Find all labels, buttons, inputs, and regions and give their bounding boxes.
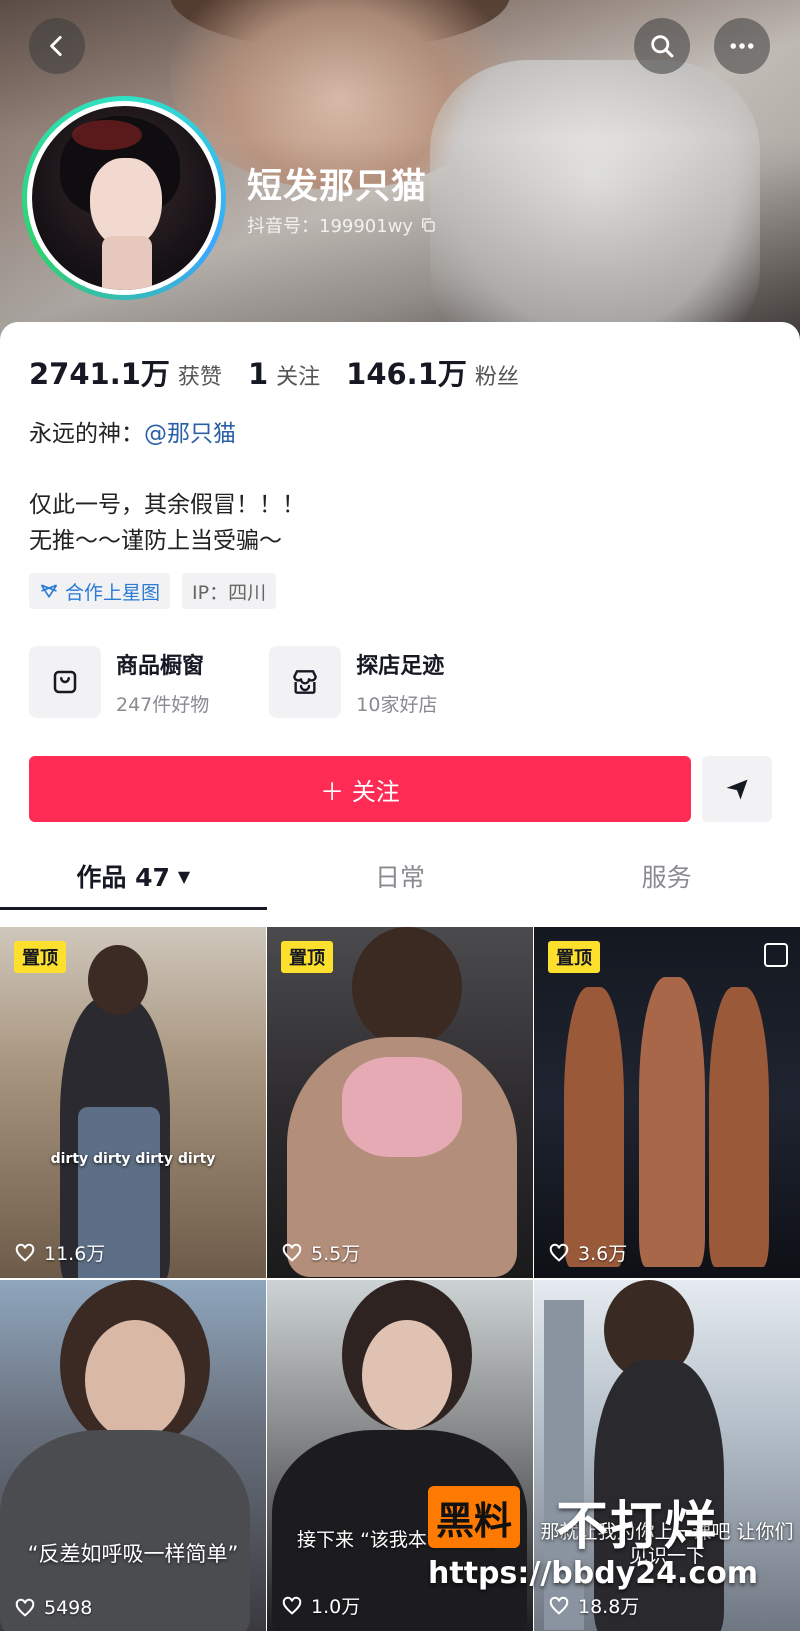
coop-tag[interactable]: 合作上星图 — [29, 573, 171, 609]
likes-count: 18.8万 — [578, 1596, 640, 1618]
shortcuts-row: 商品橱窗 247件好物 探店足迹 10家好店 — [29, 646, 444, 718]
video-likes: 11.6万 — [14, 1239, 105, 1266]
video-tile[interactable]: 置顶 3.6万 — [534, 927, 800, 1278]
profile-name: 短发那只猫 — [247, 167, 428, 207]
likes-count: 1.0万 — [311, 1596, 361, 1618]
tab-daily[interactable]: 日常 — [267, 842, 534, 910]
share-button[interactable] — [702, 756, 772, 822]
tab-label: 作品 47 — [76, 863, 170, 892]
tab-works[interactable]: 作品 47 ▼ — [0, 842, 267, 910]
content-tabs: 作品 47 ▼ 日常 服务 — [0, 842, 800, 910]
watermark-url: https://bbdy24.com — [428, 1556, 759, 1591]
stat-followers[interactable]: 146.1万 粉丝 — [346, 351, 519, 393]
bio-line-1: 永远的神：@那只猫 — [29, 414, 236, 448]
shortcut-subtitle: 247件好物 — [116, 693, 210, 716]
shortcut-title: 商品橱窗 — [116, 653, 205, 679]
likes-count: 5498 — [44, 1597, 93, 1619]
chevron-left-icon — [50, 35, 62, 57]
video-caption: “反差如呼吸一样简单” — [27, 1542, 239, 1566]
tab-label: 服务 — [641, 863, 692, 892]
likes-count: 5.5万 — [311, 1243, 361, 1265]
stat-number: 2741.1万 — [29, 357, 170, 391]
avatar[interactable] — [22, 96, 226, 300]
heart-icon — [15, 1243, 35, 1262]
likes-count: 11.6万 — [44, 1243, 106, 1265]
heart-icon — [15, 1598, 35, 1617]
bio-text: 仅此一号，其余假冒！！！ 无推～～谨防上当受骗～ — [29, 487, 305, 559]
tab-label: 日常 — [375, 863, 426, 892]
stats-row: 2741.1万 获赞 1 关注 146.1万 粉丝 — [29, 351, 519, 393]
send-icon — [726, 779, 748, 800]
shortcut-subtitle: 10家好店 — [356, 693, 438, 716]
video-tile[interactable]: 置顶 5.5万 — [267, 927, 533, 1278]
star-map-icon — [40, 584, 58, 598]
bio-line-2: 仅此一号，其余假冒！！！ — [29, 492, 305, 518]
ip-tag-label: IP：四川 — [192, 581, 267, 604]
video-likes: 5498 — [14, 1597, 92, 1619]
heart-icon — [549, 1596, 569, 1615]
video-likes: 5.5万 — [281, 1239, 360, 1266]
likes-count: 3.6万 — [578, 1243, 628, 1265]
stat-likes[interactable]: 2741.1万 获赞 — [29, 351, 222, 393]
store-icon — [293, 670, 318, 694]
watermark-logo: 黑料 — [428, 1486, 521, 1548]
search-button[interactable] — [634, 18, 690, 74]
profile-tags: 合作上星图 IP：四川 — [29, 573, 277, 609]
copy-icon[interactable] — [419, 216, 437, 234]
bio-line-3: 无推～～谨防上当受骗～ — [29, 528, 282, 554]
pinned-badge: 置顶 — [281, 941, 333, 973]
store-visits-entry[interactable]: 探店足迹 10家好店 — [269, 646, 444, 718]
heart-icon — [549, 1243, 569, 1262]
stat-label: 粉丝 — [474, 365, 519, 390]
more-button[interactable] — [714, 18, 770, 74]
tab-services[interactable]: 服务 — [533, 842, 800, 910]
heart-icon — [282, 1243, 302, 1262]
multi-image-icon — [764, 943, 788, 967]
search-icon — [651, 35, 674, 58]
site-watermark: 黑料 不打烊 https://bbdy24.com — [424, 1480, 784, 1595]
heart-icon — [282, 1596, 302, 1615]
video-likes: 3.6万 — [548, 1239, 627, 1266]
follow-button[interactable]: ＋ 关注 — [29, 756, 691, 822]
stat-number: 146.1万 — [346, 357, 467, 391]
coop-tag-label: 合作上星图 — [65, 581, 161, 604]
douyin-id[interactable]: 抖音号：199901wy — [247, 212, 437, 238]
back-button[interactable] — [29, 18, 85, 74]
video-tile[interactable]: “反差如呼吸一样简单” 5498 — [0, 1280, 266, 1631]
video-tile[interactable]: 置顶 dirty dirty dirty dirty 11.6万 — [0, 927, 266, 1278]
ip-tag: IP：四川 — [182, 573, 277, 609]
shop-window-entry[interactable]: 商品橱窗 247件好物 — [29, 646, 209, 718]
video-caption: dirty dirty dirty dirty — [50, 1151, 216, 1167]
watermark-text: 不打烊 — [556, 1497, 719, 1557]
stat-label: 获赞 — [177, 365, 222, 390]
shopping-bag-icon — [53, 670, 77, 694]
shortcut-title: 探店足迹 — [356, 653, 445, 679]
bio-prefix: 永远的神： — [29, 421, 144, 447]
stat-following[interactable]: 1 关注 — [248, 357, 320, 391]
pinned-badge: 置顶 — [14, 941, 66, 973]
douyin-id-text: 抖音号：199901wy — [247, 216, 414, 237]
video-likes: 1.0万 — [281, 1592, 360, 1619]
more-dots-icon — [730, 43, 754, 49]
stat-number: 1 — [247, 357, 269, 391]
video-likes: 18.8万 — [548, 1592, 639, 1619]
stat-label: 关注 — [276, 365, 321, 390]
caret-down-icon: ▼ — [177, 866, 191, 886]
pinned-badge: 置顶 — [548, 941, 600, 973]
mention-link[interactable]: @那只猫 — [144, 421, 236, 447]
